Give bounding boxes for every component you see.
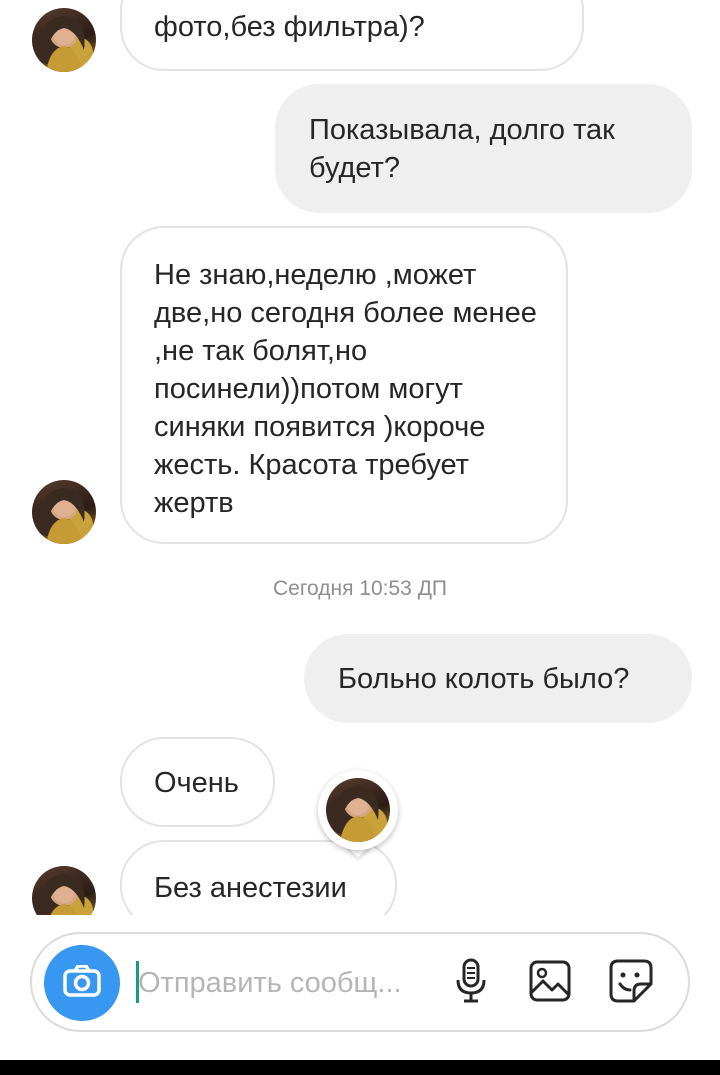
message-bubble-outgoing[interactable]: Больно колоть было? xyxy=(304,634,692,723)
message-composer xyxy=(30,932,690,1032)
voice-message-button[interactable] xyxy=(446,958,496,1008)
message-text: тебе мама не показывала фото,без фильтра… xyxy=(154,0,503,43)
microphone-icon xyxy=(454,958,488,1009)
sender-avatar[interactable] xyxy=(32,8,96,72)
gallery-icon xyxy=(528,959,572,1008)
system-navigation-bar xyxy=(0,1060,720,1075)
message-text: Очень xyxy=(154,767,239,799)
gallery-button[interactable] xyxy=(525,958,575,1008)
timestamp-divider: Сегодня 10:53 ДП xyxy=(272,577,448,600)
sender-avatar[interactable] xyxy=(32,480,96,544)
message-text: Без анестезии xyxy=(154,872,347,904)
seen-indicator-avatar xyxy=(318,770,400,858)
message-bubble-outgoing[interactable]: Показывала, долго так будет? xyxy=(275,84,692,213)
sender-avatar[interactable] xyxy=(32,866,96,915)
message-bubble-incoming[interactable]: Очень xyxy=(120,737,275,827)
camera-icon xyxy=(63,963,101,1002)
sticker-icon xyxy=(608,958,654,1009)
message-thread[interactable]: тебе мама не показывала фото,без фильтра… xyxy=(0,0,720,915)
message-bubble-incoming[interactable]: Не знаю,неделю ,может две,но сегодня бол… xyxy=(120,226,568,544)
message-text: Показывала, долго так будет? xyxy=(309,114,615,184)
message-input[interactable] xyxy=(136,962,426,1004)
message-text: Больно колоть было? xyxy=(338,663,630,695)
seen-avatar xyxy=(326,778,390,842)
message-text: Не знаю,неделю ,может две,но сегодня бол… xyxy=(154,259,537,519)
camera-button[interactable] xyxy=(44,945,120,1021)
sticker-button[interactable] xyxy=(606,958,656,1008)
message-bubble-incoming[interactable]: тебе мама не показывала фото,без фильтра… xyxy=(120,0,584,71)
